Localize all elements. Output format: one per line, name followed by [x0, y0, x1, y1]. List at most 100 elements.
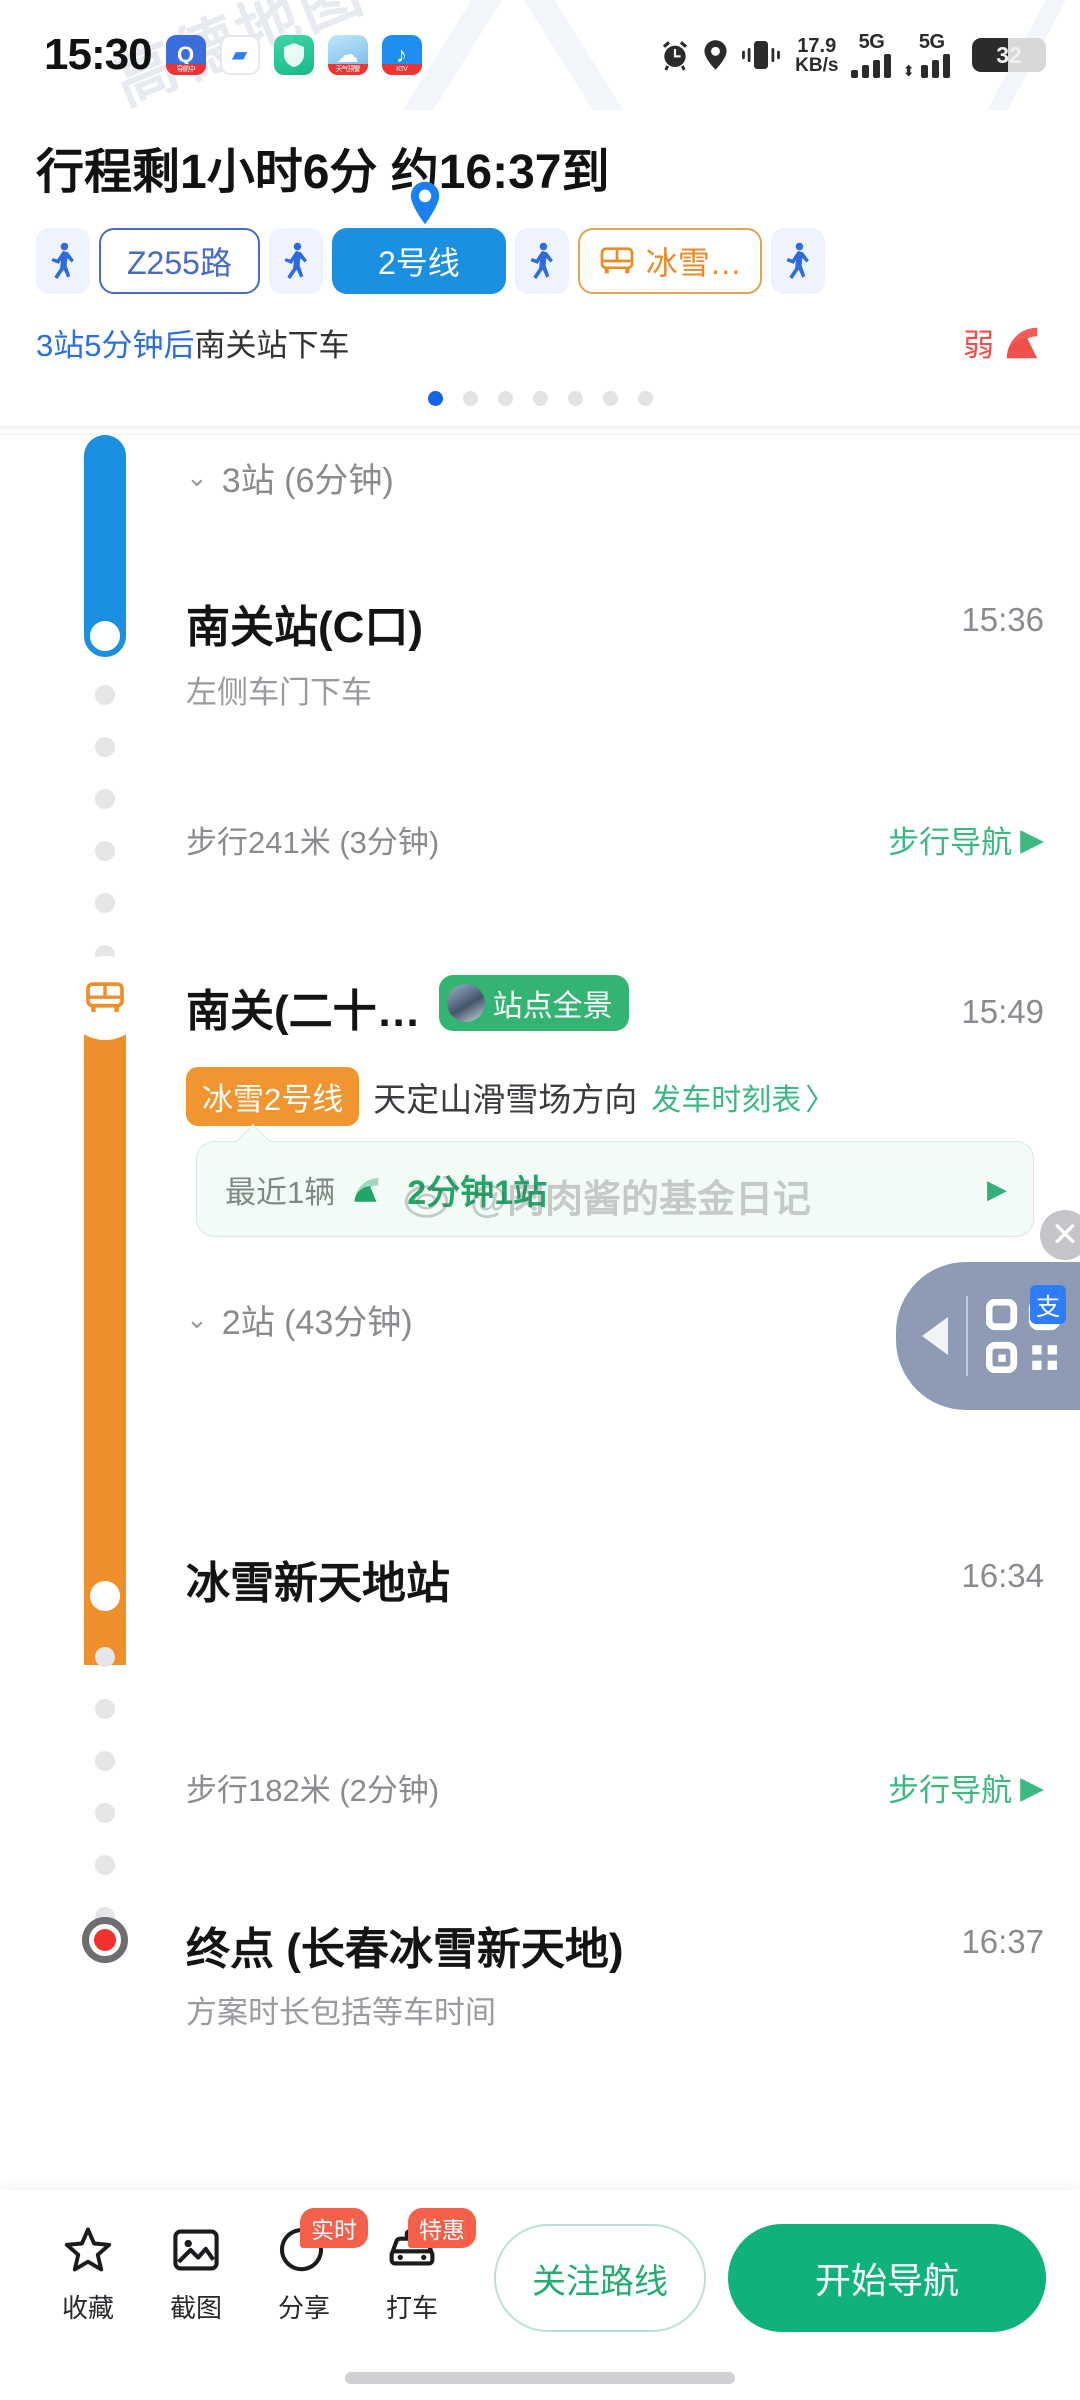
- chat-icon: ▰: [219, 35, 260, 75]
- destination-node: [82, 1917, 128, 1963]
- battery-percent: 32: [996, 41, 1022, 68]
- signal-strength-label: 弱: [963, 328, 994, 363]
- walk-1-nav-button[interactable]: 步行导航 ▶: [888, 817, 1044, 862]
- timeline-row-station-3[interactable]: 冰雪新天地站 16:34: [186, 1547, 1044, 1611]
- music-glyph: ♪: [396, 42, 408, 67]
- next-stop-suffix: 南关站下车: [194, 328, 350, 363]
- station-2-name: 南关(二十…: [186, 987, 421, 1036]
- arrival-card-content: 最近1辆 2分钟1站: [225, 1165, 547, 1214]
- walk-row-2[interactable]: 步行182米 (2分钟) 步行导航 ▶: [186, 1765, 1044, 1810]
- walk-segment-3[interactable]: [514, 228, 569, 294]
- bus-icon: [600, 247, 634, 274]
- home-indicator[interactable]: [345, 2372, 735, 2384]
- weather-glyph: ☁: [336, 42, 359, 67]
- page-dot-5[interactable]: [567, 391, 583, 406]
- route-chip-z255[interactable]: Z255路: [99, 228, 260, 294]
- bus-icon: [86, 982, 124, 1012]
- arrival-eta: 2分钟1站: [407, 1173, 548, 1212]
- weather-icon-tag: 天气预警: [327, 64, 368, 75]
- walk-1-text: 步行241米 (3分钟): [186, 825, 440, 860]
- panorama-button[interactable]: 站点全景: [438, 975, 629, 1031]
- schedule-link-label: 发车时刻表: [651, 1083, 802, 1117]
- walking-icon: [284, 242, 307, 280]
- bus-arrival-card[interactable]: 最近1辆 2分钟1站 ▶: [196, 1124, 1034, 1237]
- status-bar-right: 17.9 KB/s 5G 5G ⬍ 32: [659, 31, 1046, 80]
- chat-glyph: ▰: [231, 44, 248, 66]
- status-bar: 15:30 Q 导航中 ▰ ☁ 天气预警 ♪ KTV 17.9 KB/s 5G …: [0, 0, 1080, 110]
- route-chip-bingxue[interactable]: 冰雪…: [577, 228, 762, 294]
- next-stop-prefix: 3站5分钟后: [36, 328, 195, 363]
- taxi-label: 打车: [385, 2293, 438, 2323]
- route-chip-row: Z255路 2号线 冰雪…: [36, 181, 1044, 294]
- walk-2-nav-label: 步行导航: [888, 1773, 1013, 1808]
- signal-strength-indicator[interactable]: 弱: [963, 320, 1044, 365]
- page-dot-3[interactable]: [497, 391, 513, 406]
- duration-footnote: 方案时长包括等车时间: [186, 1995, 496, 2030]
- vibrate-icon: [742, 41, 781, 69]
- share-button[interactable]: 实时 分享: [250, 2208, 368, 2325]
- panorama-thumbnail: [446, 984, 485, 1022]
- floating-assistant-widget[interactable]: 支: [896, 1262, 1080, 1410]
- walking-icon: [530, 242, 553, 280]
- page-dot-2[interactable]: [462, 391, 478, 406]
- amap-glyph: Q: [176, 42, 195, 67]
- network-type-1: 5G: [858, 31, 885, 53]
- network-speed: 17.9 KB/s: [795, 36, 838, 75]
- page-dot-6[interactable]: [602, 391, 618, 406]
- walk-2-nav-button[interactable]: 步行导航 ▶: [888, 1765, 1044, 1810]
- page-dot-4[interactable]: [532, 391, 548, 406]
- bottom-action-bar: 收藏 截图 实时 分享 特惠 打车 关注路线 开始导航: [0, 2190, 1080, 2400]
- destination-name: 终点 (长春冰雪新天地): [186, 1925, 624, 1974]
- taxi-button[interactable]: 特惠 打车: [358, 2208, 476, 2325]
- amap-icon-tag: 导航中: [165, 64, 206, 75]
- qr-code-icon[interactable]: 支: [985, 1285, 1066, 1374]
- destination-node-center: [94, 1929, 116, 1951]
- bus-line-info: 冰雪2号线 天定山滑雪场方向 发车时刻表 〉: [186, 1067, 1044, 1126]
- segment-collapse-2[interactable]: ⌄ 2站 (43分钟): [186, 1295, 413, 1344]
- widget-badge: 支: [1030, 1285, 1066, 1324]
- walk-segment-2[interactable]: [268, 228, 323, 294]
- shield-icon: [273, 35, 314, 75]
- metro-rail: [84, 435, 126, 635]
- network-speed-value: 17.9: [797, 34, 837, 57]
- route-chip-line2-label: 2号线: [377, 245, 460, 281]
- data-transfer-icon: ⬍: [902, 63, 915, 80]
- play-arrow-icon: ▶: [1020, 821, 1044, 857]
- route-chip-z255-label: Z255路: [127, 245, 232, 281]
- timeline-row-destination[interactable]: 终点 (长春冰雪新天地) 16:37: [186, 1913, 1044, 1977]
- station-2-title-group: 南关(二十… 站点全景: [186, 975, 629, 1039]
- destination-time: 16:37: [961, 1923, 1044, 1960]
- network-speed-unit: KB/s: [795, 54, 839, 76]
- start-navigation-button[interactable]: 开始导航: [728, 2224, 1046, 2332]
- page-indicator[interactable]: [0, 365, 1080, 426]
- location-icon: [704, 40, 727, 70]
- screenshot-button[interactable]: 截图: [142, 2224, 250, 2325]
- favorite-button[interactable]: 收藏: [34, 2224, 142, 2325]
- route-chip-line2[interactable]: 2号线: [331, 228, 506, 294]
- trip-header: 行程剩1小时6分 约16:37到 Z255路 2号线 冰雪… 3站5分钟后南关站…: [0, 110, 1080, 365]
- segment-collapse-1[interactable]: ⌄ 3站 (6分钟): [186, 453, 394, 502]
- follow-route-button[interactable]: 关注路线: [494, 2224, 706, 2332]
- panorama-label: 站点全景: [492, 990, 613, 1023]
- route-chip-bingxue-label: 冰雪…: [645, 245, 742, 281]
- alarm-icon: [663, 41, 688, 71]
- next-stop-status: 3站5分钟后南关站下车 弱: [36, 320, 1044, 365]
- station-3-time: 16:34: [961, 1557, 1044, 1594]
- station-2-time: 15:49: [961, 993, 1044, 1030]
- current-position-pin-icon: [410, 181, 440, 225]
- timeline-row-station-2[interactable]: 南关(二十… 站点全景 15:49: [186, 975, 1044, 1039]
- walk-segment-4[interactable]: [770, 228, 825, 294]
- weather-icon: ☁ 天气预警: [327, 35, 368, 75]
- page-dot-1[interactable]: [427, 391, 443, 406]
- taxi-badge: 特惠: [408, 2208, 476, 2248]
- music-icon-tag: KTV: [381, 64, 422, 75]
- bus-station-node: [72, 965, 138, 1031]
- page-dot-7[interactable]: [637, 391, 653, 406]
- widget-divider: [966, 1296, 968, 1376]
- signal-bars-1: [851, 54, 892, 78]
- walk-row-1[interactable]: 步行241米 (3分钟) 步行导航 ▶: [186, 817, 1044, 862]
- collapse-left-arrow-icon[interactable]: [922, 1317, 948, 1355]
- schedule-link[interactable]: 发车时刻表 〉: [651, 1075, 835, 1119]
- timeline-row-station-1[interactable]: 南关站(C口) 15:36: [186, 591, 1044, 655]
- walk-segment-1[interactable]: [36, 228, 90, 294]
